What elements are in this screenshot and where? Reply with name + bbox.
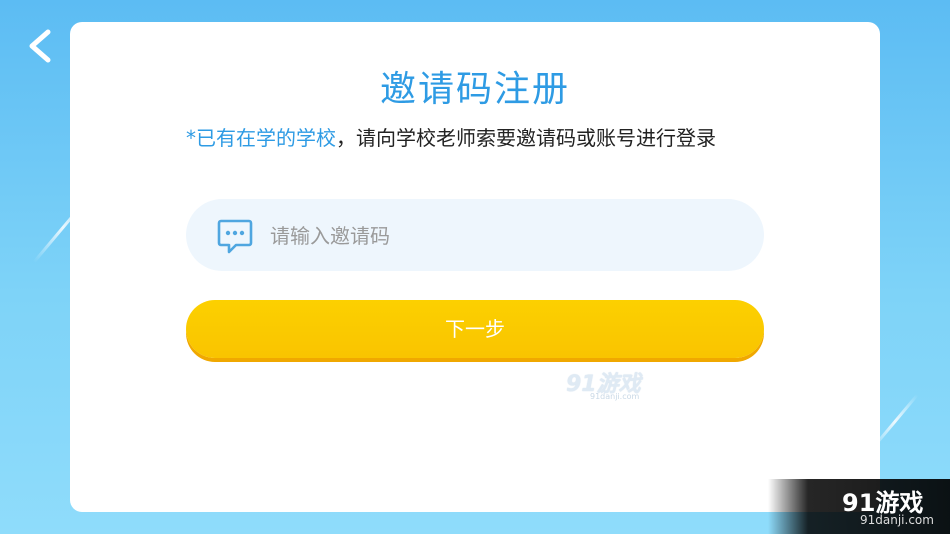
back-button[interactable] (22, 26, 62, 66)
invite-code-field[interactable] (186, 199, 764, 271)
chat-bubble-icon (217, 219, 253, 254)
app-screen: 邀请码注册 *已有在学的学校，请向学校老师索要邀请码或账号进行登录 下一步 91… (0, 0, 950, 534)
watermark-logo: 91游戏 91danji.com (566, 366, 666, 402)
notice-highlight: *已有在学的学校 (186, 126, 336, 150)
notice-text: *已有在学的学校，请向学校老师索要邀请码或账号进行登录 (186, 124, 776, 152)
invite-code-input[interactable] (268, 215, 732, 257)
next-step-button[interactable]: 下一步 (186, 300, 764, 358)
watermark-sub-text: 91danji.com (590, 392, 640, 401)
chevron-left-icon (29, 29, 51, 63)
register-card: 邀请码注册 *已有在学的学校，请向学校老师索要邀请码或账号进行登录 下一步 91… (70, 22, 880, 512)
corner-watermark: 91游戏 91danji.com (768, 479, 950, 534)
corner-watermark-sub: 91danji.com (860, 513, 934, 527)
page-title: 邀请码注册 (379, 69, 570, 110)
notice-rest: ，请向学校老师索要邀请码或账号进行登录 (336, 126, 716, 150)
